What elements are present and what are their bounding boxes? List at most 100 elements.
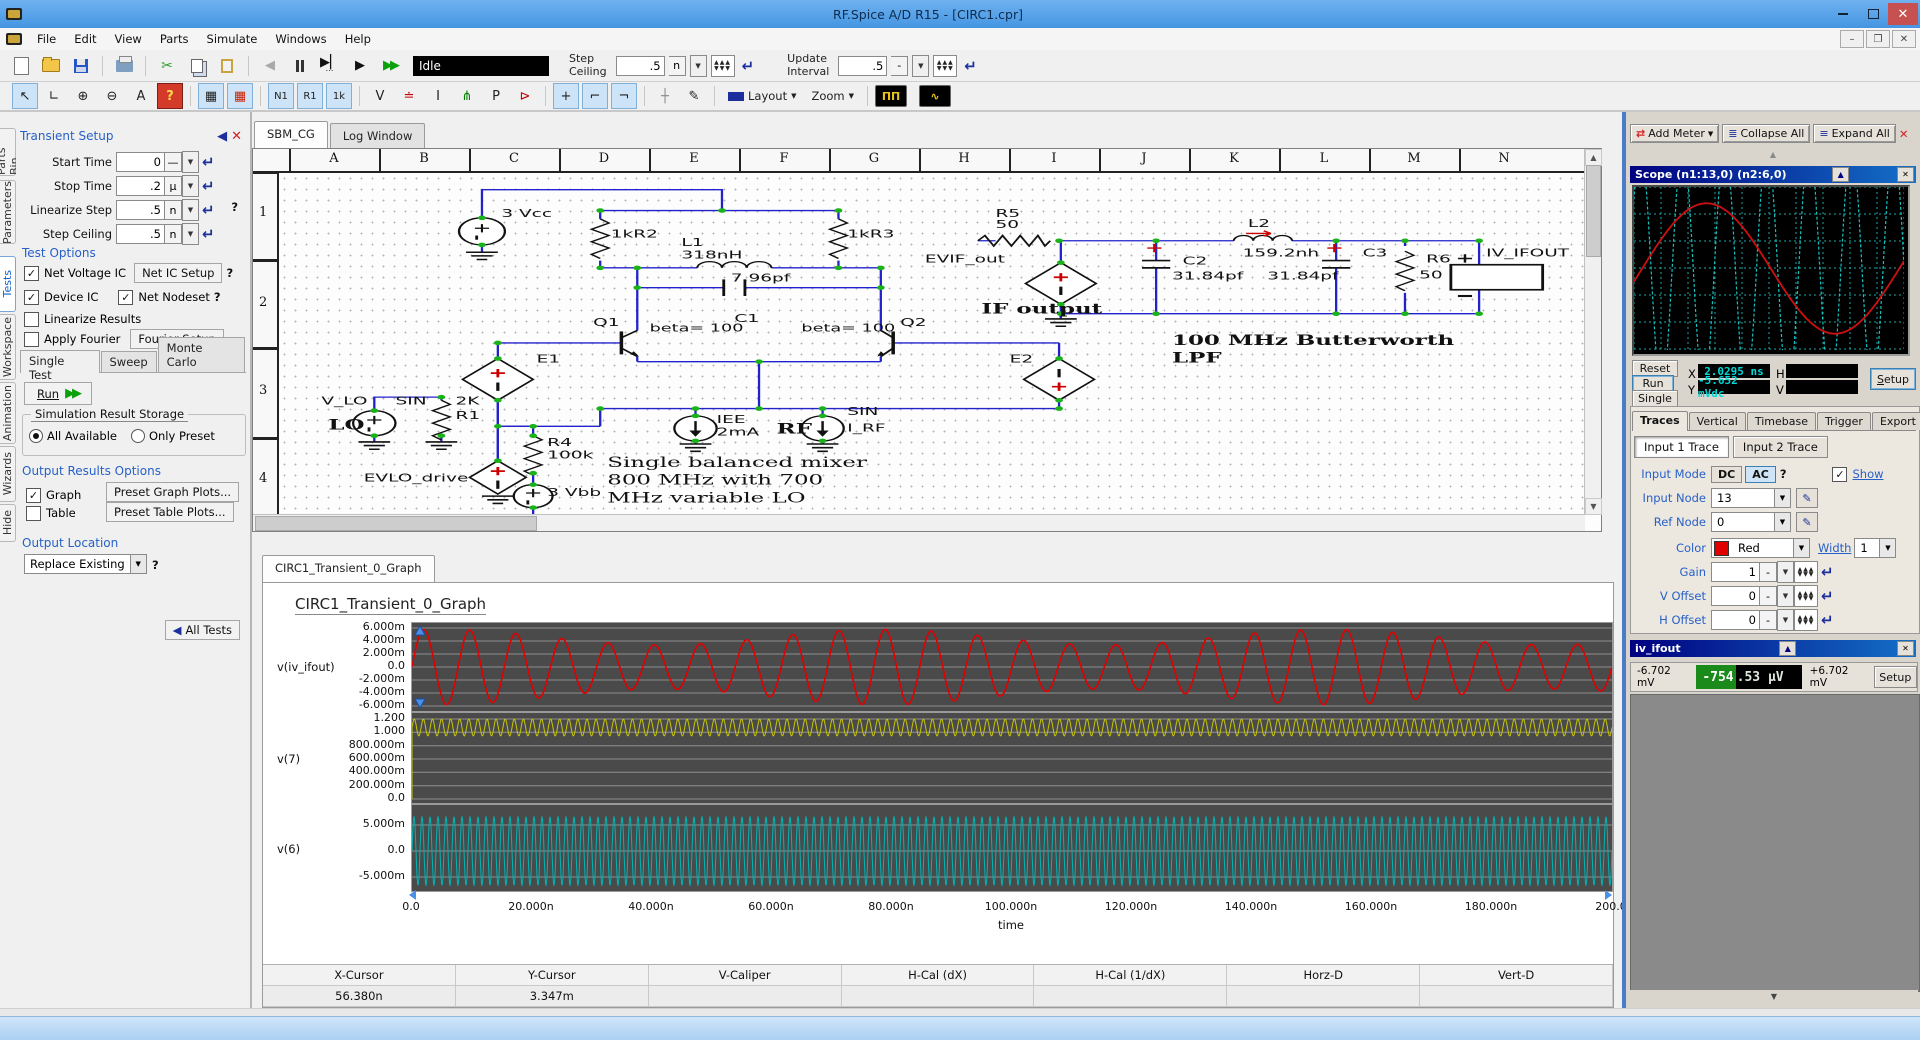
device-ic-checkbox[interactable]: ✓ bbox=[24, 290, 39, 305]
run-test-button[interactable]: Run ▶▶ bbox=[24, 382, 92, 405]
meter-collapse-icon[interactable]: ▲ bbox=[1779, 641, 1796, 656]
linearize-results-checkbox[interactable] bbox=[24, 312, 39, 327]
logic-analyzer-button[interactable]: ΠΠ bbox=[875, 85, 907, 107]
scope-title-bar[interactable]: Scope (n1:13,0) (n2:6,0) ▲ ✕ bbox=[1630, 166, 1916, 183]
battery-tool-button[interactable]: ≐ bbox=[396, 83, 422, 109]
gain-input[interactable]: 1 bbox=[1711, 562, 1760, 582]
scope-collapse-icon[interactable]: ▲ bbox=[1832, 167, 1849, 182]
trace-color-dropdown[interactable]: Red▼ bbox=[1711, 538, 1810, 558]
step-ceiling-input[interactable]: .5 bbox=[616, 56, 665, 76]
meter-title-bar[interactable]: iv_ifout ▲ ✕ bbox=[1630, 640, 1916, 657]
sidebar-tab-wizards[interactable]: Wizards bbox=[0, 446, 16, 502]
update-interval-apply-icon[interactable]: ↵ bbox=[964, 57, 977, 75]
mdi-close-button[interactable]: ✕ bbox=[1892, 30, 1916, 48]
h-offset-apply-icon[interactable]: ↵ bbox=[1821, 611, 1834, 629]
scope-tab-traces[interactable]: Traces bbox=[1632, 411, 1688, 431]
zoom-in-tool-button[interactable]: ⊕ bbox=[70, 83, 96, 109]
meters-close-icon[interactable]: ✕ bbox=[1899, 127, 1909, 141]
update-interval-unit-dropdown[interactable]: ▼ bbox=[912, 55, 929, 77]
scope-tab-timebase[interactable]: Timebase bbox=[1747, 412, 1816, 430]
apply-icon[interactable]: ↵ bbox=[202, 153, 215, 171]
voltage-probe-tool-button[interactable]: V bbox=[367, 83, 393, 109]
paste-button[interactable] bbox=[214, 53, 240, 79]
ref-node-probe-icon[interactable]: ✎ bbox=[1796, 512, 1818, 532]
tab-single-test[interactable]: Single Test bbox=[20, 350, 100, 373]
zoom-menu-button[interactable]: Zoom▼ bbox=[805, 87, 860, 105]
radio-only-preset[interactable] bbox=[131, 429, 145, 443]
menu-edit[interactable]: Edit bbox=[65, 29, 105, 49]
gain-unit-dropdown[interactable]: ▼ bbox=[1777, 561, 1794, 583]
net-voltage-ic-checkbox[interactable]: ✓ bbox=[24, 266, 39, 281]
menu-simulate[interactable]: Simulate bbox=[198, 29, 267, 49]
new-file-button[interactable] bbox=[8, 53, 34, 79]
schematic-canvas[interactable]: 3 Vcc1kR2L1318nH7.96pfC11kR3Q1beta= 100Q… bbox=[279, 173, 1585, 515]
plot-area-0[interactable] bbox=[411, 622, 1613, 712]
dc-mode-button[interactable]: DC bbox=[1711, 466, 1742, 483]
sidebar-tab-workspace[interactable]: Workspace bbox=[0, 314, 16, 380]
current-probe-tool-button[interactable]: I bbox=[425, 83, 451, 109]
transistor-tool-button[interactable]: ⋔ bbox=[454, 83, 480, 109]
preset-graph-plots-button[interactable]: Preset Graph Plots... bbox=[106, 482, 239, 502]
h-offset-input[interactable]: 0 bbox=[1711, 610, 1760, 630]
apply-icon[interactable]: ↵ bbox=[202, 201, 215, 219]
dashed-wire-toggle-button[interactable]: ┼ bbox=[652, 83, 678, 109]
ac-mode-button[interactable]: AC bbox=[1745, 466, 1776, 483]
step-ceiling-input[interactable]: .5 bbox=[116, 224, 165, 244]
update-interval-input[interactable]: .5 bbox=[838, 56, 887, 76]
input-mode-help-icon[interactable]: ? bbox=[1780, 467, 1787, 481]
step-ceiling-unit-dropdown[interactable]: ▼ bbox=[690, 55, 707, 77]
open-file-button[interactable] bbox=[38, 53, 64, 79]
scope-tab-trigger[interactable]: Trigger bbox=[1817, 412, 1871, 430]
panel-close-icon[interactable]: ✕ bbox=[231, 129, 242, 144]
text-tool-button[interactable]: A bbox=[128, 83, 154, 109]
select-tool-button[interactable]: ↖ bbox=[12, 83, 38, 109]
input-node-dropdown[interactable]: 13▼ bbox=[1711, 488, 1791, 508]
sidebar-tab-animation[interactable]: Animation bbox=[0, 382, 16, 444]
button-input-2-trace[interactable]: Input 2 Trace bbox=[1733, 436, 1828, 458]
diode-tool-button[interactable]: ⊳ bbox=[512, 83, 538, 109]
sidebar-tab-parameters[interactable]: Parameters bbox=[0, 180, 16, 244]
schematic-horizontal-scrollbar[interactable] bbox=[253, 514, 1585, 531]
stop-time-input[interactable]: .2 bbox=[116, 176, 165, 196]
schematic-vertical-scrollbar[interactable]: ▲ ▼ bbox=[1584, 149, 1601, 515]
v-offset-apply-icon[interactable]: ↵ bbox=[1821, 587, 1834, 605]
unit-dropdown[interactable]: ▼ bbox=[182, 151, 199, 173]
scope-close-icon[interactable]: ✕ bbox=[1897, 167, 1914, 182]
panel-back-icon[interactable]: ◀ bbox=[217, 129, 227, 144]
menu-windows[interactable]: Windows bbox=[266, 29, 335, 49]
fast-run-button[interactable]: ▶▶ bbox=[377, 53, 403, 79]
ref-node-dropdown[interactable]: 0▼ bbox=[1711, 512, 1791, 532]
node-numbers-toggle-button[interactable]: N1 bbox=[268, 83, 294, 109]
cut-button[interactable]: ✂ bbox=[154, 53, 180, 79]
snap-toggle-button[interactable]: ▦ bbox=[227, 83, 253, 109]
print-button[interactable] bbox=[111, 53, 137, 79]
grid-toggle-button[interactable]: ▦ bbox=[198, 83, 224, 109]
help-tool-button[interactable]: ? bbox=[157, 83, 183, 109]
gain-apply-icon[interactable]: ↵ bbox=[1821, 563, 1834, 581]
save-button[interactable] bbox=[68, 53, 94, 79]
oscilloscope-button[interactable]: ∿ bbox=[919, 85, 951, 107]
show-trace-checkbox[interactable]: ✓ bbox=[1832, 467, 1847, 482]
power-probe-tool-button[interactable]: P bbox=[483, 83, 509, 109]
menu-parts[interactable]: Parts bbox=[151, 29, 198, 49]
sidebar-tab-parts-bin[interactable]: Parts Bin bbox=[0, 128, 16, 176]
mdi-restore-button[interactable]: ❐ bbox=[1866, 30, 1890, 48]
mdi-minimize-button[interactable]: – bbox=[1840, 30, 1864, 48]
layout-menu-button[interactable]: Layout▼ bbox=[722, 87, 802, 105]
net-ic-setup-button[interactable]: Net IC Setup bbox=[134, 263, 222, 283]
scope-single-button[interactable]: Single bbox=[1632, 390, 1678, 407]
crosshair-toggle-button[interactable]: + bbox=[553, 83, 579, 109]
run-simulation-button[interactable]: ▶ bbox=[347, 53, 373, 79]
corner-route-toggle-button[interactable]: ⌐ bbox=[582, 83, 608, 109]
transient-help-icon[interactable]: ? bbox=[231, 200, 238, 214]
panel-scroll-down[interactable]: ▼ bbox=[1630, 990, 1918, 1002]
x-cursor-left-arrow[interactable] bbox=[409, 890, 416, 900]
step-ceiling-apply-icon[interactable]: ↵ bbox=[742, 57, 755, 75]
meter-close-icon[interactable]: ✕ bbox=[1897, 641, 1914, 656]
menu-view[interactable]: View bbox=[106, 29, 151, 49]
table-checkbox[interactable] bbox=[26, 506, 41, 521]
trace-width-dropdown[interactable]: 1▼ bbox=[1854, 538, 1896, 558]
input-node-probe-icon[interactable]: ✎ bbox=[1796, 488, 1818, 508]
net-ic-help-icon[interactable]: ? bbox=[226, 266, 233, 280]
update-interval-spinner[interactable]: ▲▲▲▼▼▼ bbox=[933, 55, 957, 77]
